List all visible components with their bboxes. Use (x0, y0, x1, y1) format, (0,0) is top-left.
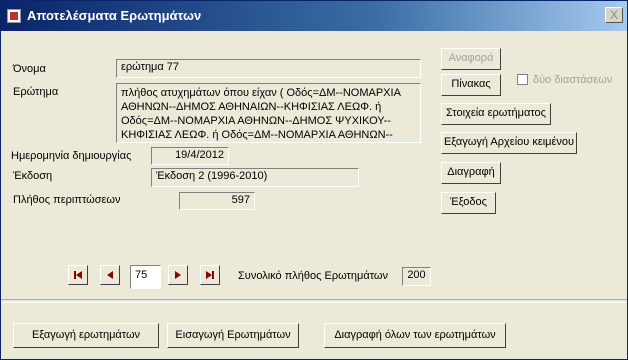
created-date-field[interactable]: 19/4/2012 (151, 147, 229, 165)
total-queries-field: 200 (402, 267, 431, 286)
export-text-file-button[interactable]: Εξαγωγή Αρχείου κειμένου (441, 132, 577, 154)
cases-count-field[interactable]: 597 (179, 192, 255, 210)
name-label: Όνομα (13, 63, 46, 75)
previous-record-button[interactable] (100, 265, 120, 285)
app-icon (7, 9, 21, 23)
first-record-button[interactable] (68, 265, 88, 285)
delete-button[interactable]: Διαγραφή (441, 162, 501, 184)
query-info-button[interactable]: Στοιχεία ερωτήματος (441, 103, 551, 125)
window-title: Αποτελέσματα Ερωτημάτων (27, 8, 202, 23)
current-record-field[interactable]: 75 (130, 265, 161, 289)
delete-all-queries-button[interactable]: Διαγραφή όλων των ερωτημάτων (324, 323, 506, 348)
edition-label: Έκδοση (13, 170, 53, 182)
total-queries-label: Συνολικό πλήθος Ερωτημάτων (238, 270, 388, 282)
report-button[interactable]: Αναφορά (441, 48, 501, 70)
next-record-button[interactable] (168, 265, 188, 285)
last-record-button[interactable] (200, 265, 220, 285)
export-queries-button[interactable]: Εξαγωγή ερωτημάτων (13, 323, 159, 348)
two-dimensions-checkbox[interactable] (517, 74, 528, 85)
name-field[interactable]: ερώτημα 77 (116, 59, 421, 78)
table-button[interactable]: Πίνακας (441, 74, 501, 96)
created-label: Ημερομηνία δημιουργίας (11, 150, 132, 162)
close-button[interactable]: X (605, 7, 623, 23)
title-bar: Αποτελέσματα Ερωτημάτων X (1, 1, 627, 31)
exit-button[interactable]: Έξοδος (441, 192, 496, 214)
two-dimensions-label: δύο διαστάσεων (533, 74, 613, 86)
import-queries-button[interactable]: Εισαγωγή Ερωτημάτων (167, 323, 299, 348)
query-text-field[interactable]: πλήθος ατυχημάτων όπου είχαν ( Οδός=ΔΜ--… (116, 83, 421, 143)
last-record-icon (206, 271, 214, 279)
first-record-icon (74, 271, 82, 279)
next-record-icon (175, 271, 181, 279)
query-label: Ερώτημα (13, 86, 59, 98)
edition-field[interactable]: Έκδοση 2 (1996-2010) (151, 168, 359, 187)
cases-label: Πλήθος περιπτώσεων (13, 194, 121, 206)
query-results-window: Αποτελέσματα Ερωτημάτων X Όνομα Ερώτημα … (0, 0, 628, 360)
previous-record-icon (107, 271, 113, 279)
footer-separator (1, 299, 627, 303)
